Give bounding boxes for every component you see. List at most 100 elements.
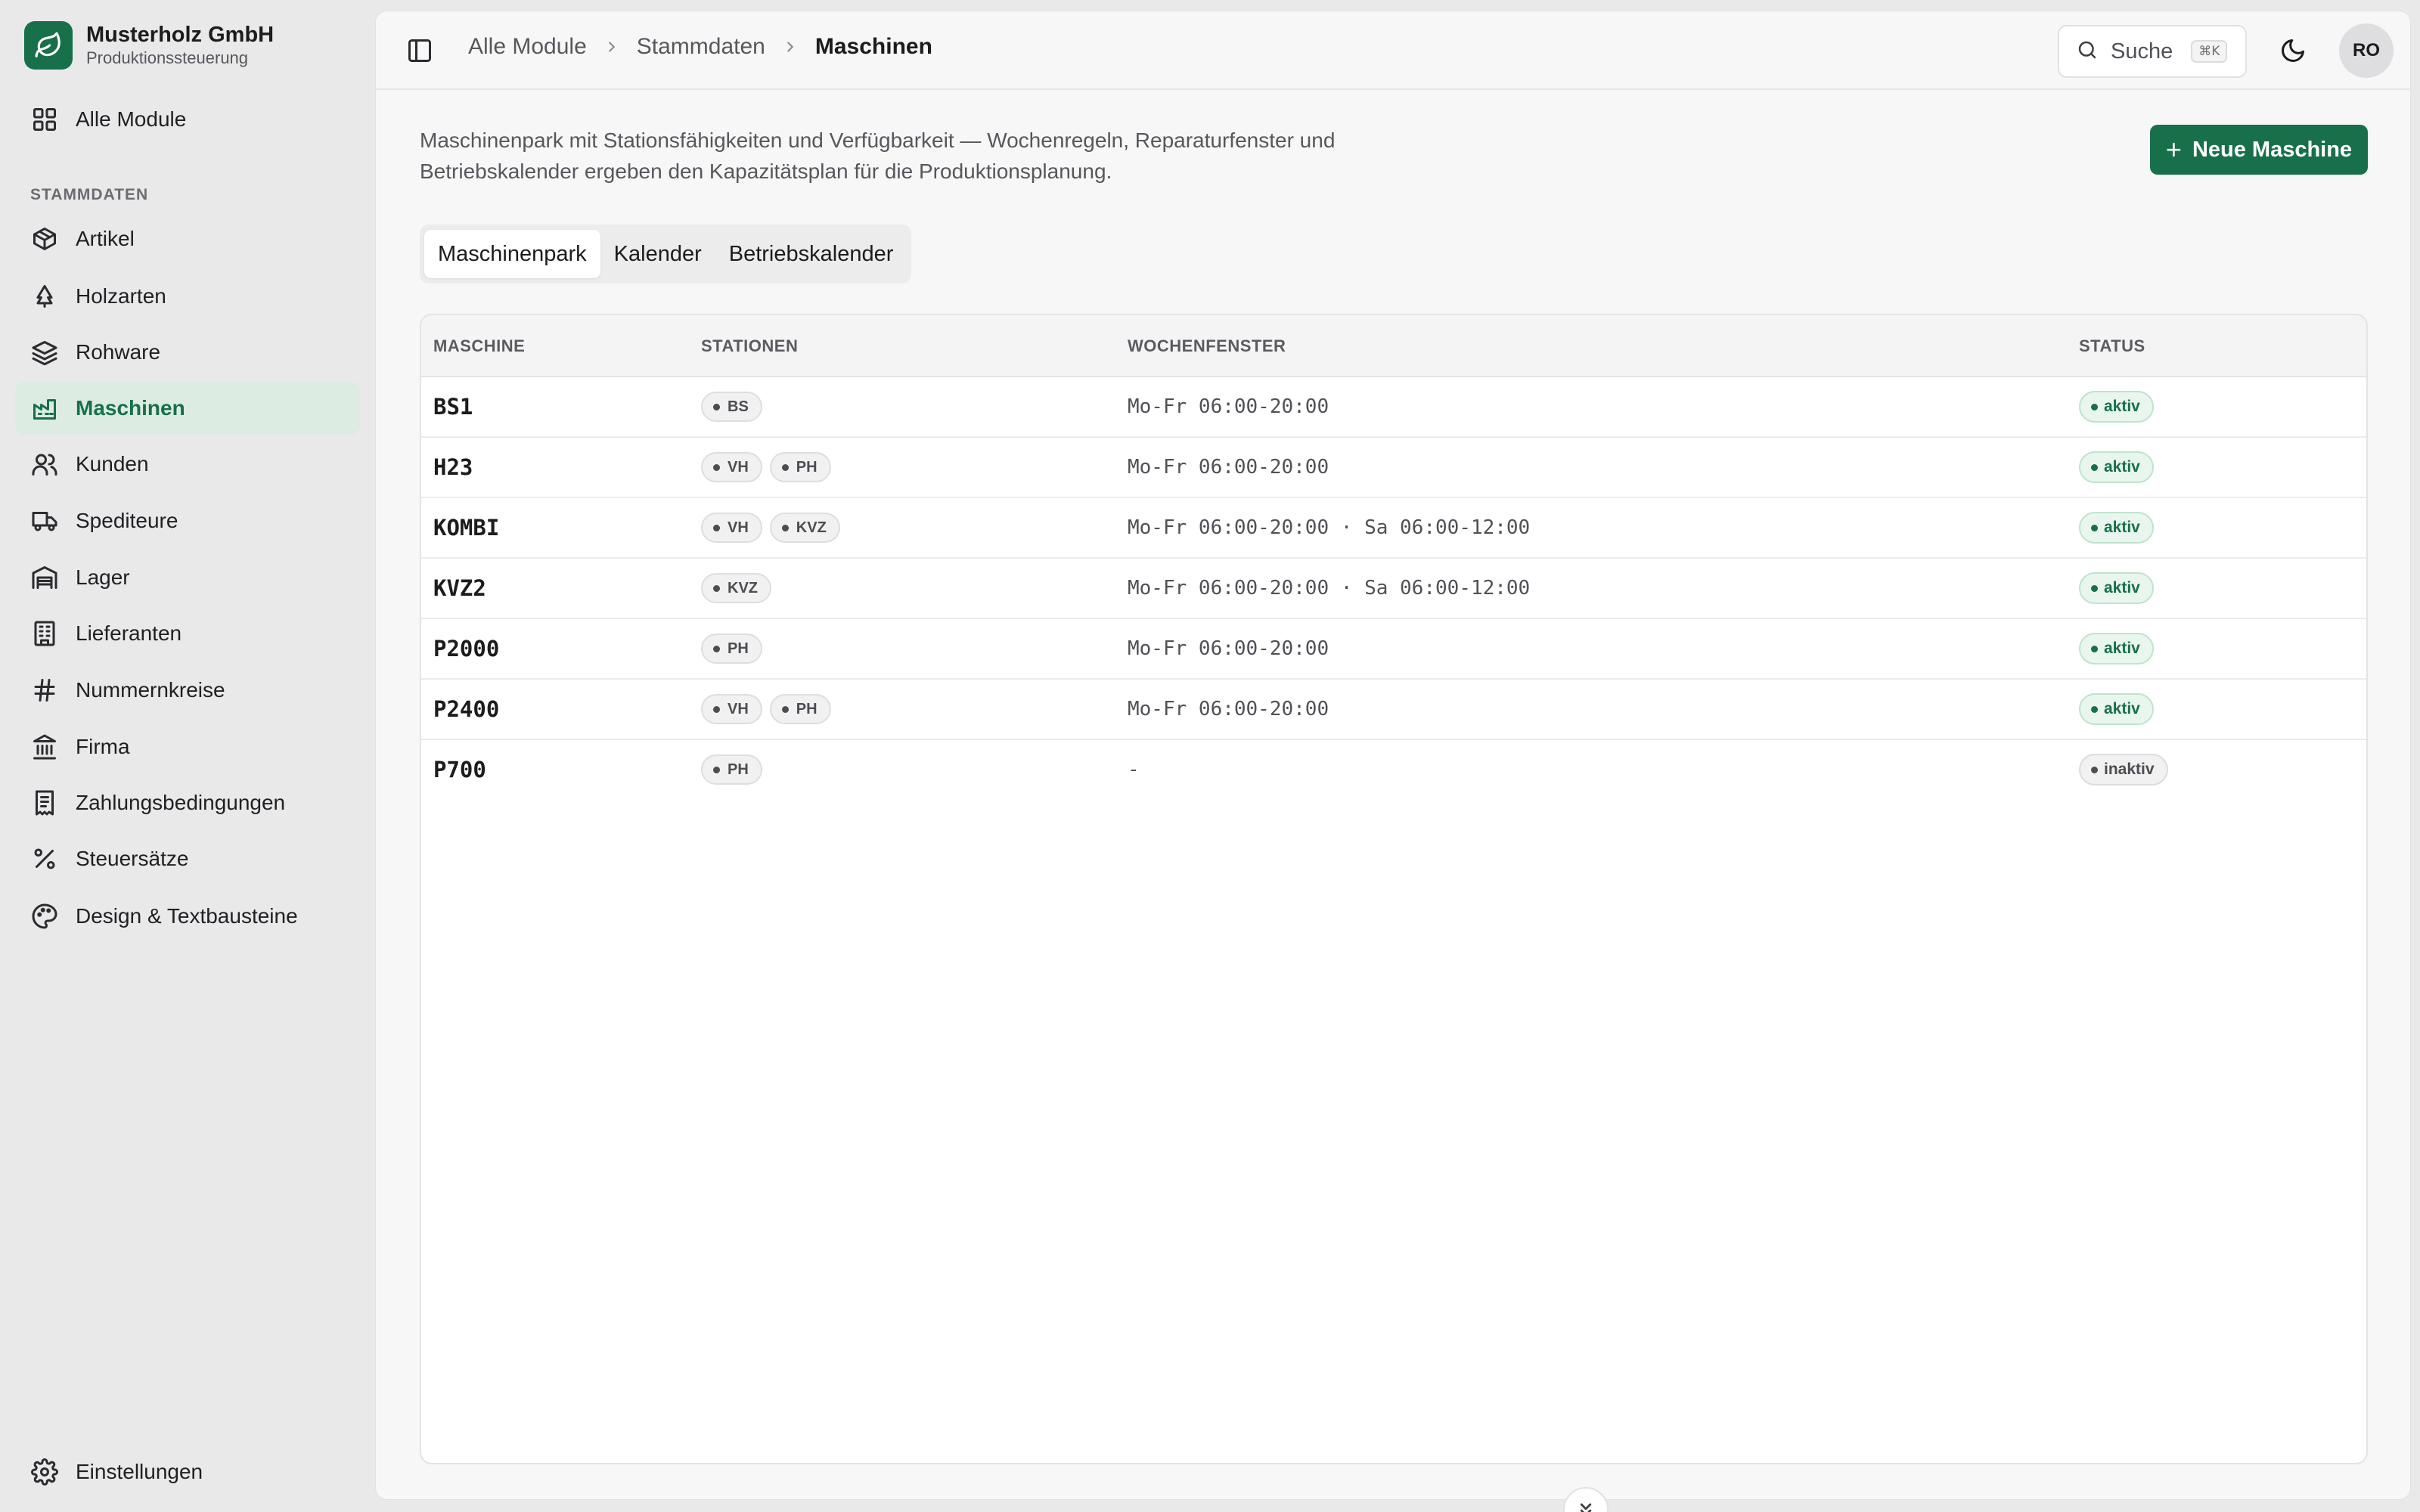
station-chips: PH [701, 619, 770, 678]
station-chips: VH PH [701, 680, 839, 739]
sidebar-item-einstellungen[interactable]: Einstellungen [15, 1445, 360, 1498]
breadcrumb-item-stammdaten[interactable]: Stammdaten [637, 34, 765, 60]
sidebar-item-steuersaetze[interactable]: Steuersätze [15, 832, 360, 885]
scroll-down-button[interactable] [1563, 1487, 1609, 1512]
table-row[interactable]: P700 PH - inaktiv [421, 740, 2366, 801]
sidebar-item-label: Alle Module [76, 107, 187, 131]
station-chip-label: VH [728, 458, 749, 476]
station-chips: BS [701, 377, 770, 436]
leaf-icon [24, 21, 73, 70]
chevron-right-icon [603, 39, 620, 55]
brand[interactable]: Musterholz GmbH Produktionssteuerung [24, 21, 274, 70]
sidebar-item-holzarten[interactable]: Holzarten [15, 270, 360, 323]
status-label: aktiv [2104, 640, 2140, 657]
station-chip-label: KVZ [728, 579, 758, 596]
sidebar-item-zahlungsbedingungen[interactable]: Zahlungsbedingungen [15, 776, 360, 829]
status-badge: aktiv [2079, 512, 2154, 544]
station-chip-label: PH [728, 761, 749, 778]
dot-icon [713, 766, 720, 773]
breadcrumb-item-alle-module[interactable]: Alle Module [468, 34, 587, 60]
table-row[interactable]: P2000 PH Mo-Fr 06:00-20:00 aktiv [421, 619, 2366, 680]
tab-list: Maschinenpark Kalender Betriebskalender [420, 225, 912, 284]
sidebar-item-label: Kunden [76, 452, 149, 476]
search-icon [2076, 39, 2099, 65]
sidebar-item-artikel[interactable]: Artikel [15, 212, 360, 265]
sidebar-item-label: Artikel [76, 227, 135, 250]
tab-betriebskalender[interactable]: Betriebskalender [715, 230, 908, 278]
sidebar-item-nummernkreise[interactable]: Nummernkreise [15, 664, 360, 717]
brand-subtitle: Produktionssteuerung [86, 48, 249, 67]
sidebar-item-label: Nummernkreise [76, 678, 225, 702]
sidebar-item-label: Maschinen [76, 396, 185, 420]
sidebar-item-label: Firma [76, 735, 130, 758]
status-cell: aktiv [2079, 498, 2154, 557]
status-cell: aktiv [2079, 559, 2154, 618]
search-input[interactable]: Suche ⌘K [2058, 25, 2247, 78]
status-label: aktiv [2104, 700, 2140, 717]
week-window: Mo-Fr 06:00-20:00 · Sa 06:00-12:00 [1128, 516, 1531, 539]
plus-icon: + [2165, 134, 2182, 165]
moon-icon [2282, 39, 2304, 62]
sidebar-item-firma[interactable]: Firma [15, 720, 360, 773]
column-header-wochenfenster[interactable]: WOCHENFENSTER [1128, 336, 1286, 356]
machine-name: KVZ2 [433, 575, 486, 601]
package-icon [30, 225, 59, 253]
sidebar-section-label: STAMMDATEN [30, 186, 149, 203]
sidebar-item-label: Rohware [76, 340, 161, 364]
column-header-stationen[interactable]: STATIONEN [701, 336, 798, 356]
sidebar-item-label: Lager [76, 565, 130, 589]
week-window: Mo-Fr 06:00-20:00 [1128, 637, 1329, 660]
sidebar-item-lieferanten[interactable]: Lieferanten [15, 607, 360, 660]
station-chips: VH KVZ [701, 498, 848, 557]
week-window: Mo-Fr 06:00-20:00 [1128, 698, 1329, 720]
sidebar-toggle-button[interactable] [406, 37, 433, 64]
sidebar-item-spediteure[interactable]: Spediteure [15, 494, 360, 547]
sidebar-item-label: Lieferanten [76, 621, 182, 645]
table-row[interactable]: P2400 VH PH Mo-Fr 06:00-20:00 aktiv [421, 680, 2366, 740]
station-chips: VH PH [701, 438, 839, 497]
status-cell: inaktiv [2079, 740, 2168, 799]
factory-icon [30, 394, 59, 423]
sidebar-item-lager[interactable]: Lager [15, 551, 360, 604]
tab-kalender[interactable]: Kalender [600, 230, 715, 278]
tree-icon [30, 282, 59, 311]
dot-icon [713, 584, 720, 592]
sidebar-item-rohware[interactable]: Rohware [15, 326, 360, 379]
status-badge: aktiv [2079, 693, 2154, 725]
sidebar-item-maschinen[interactable]: Maschinen [15, 382, 360, 435]
sidebar-item-label: Einstellungen [76, 1460, 203, 1483]
main-panel: Alle Module Stammdaten Maschinen Suche ⌘… [375, 11, 2411, 1512]
warehouse-icon [30, 563, 59, 592]
status-badge: aktiv [2079, 633, 2154, 665]
dot-icon [2091, 584, 2098, 592]
column-header-status[interactable]: STATUS [2079, 336, 2145, 356]
week-window: Mo-Fr 06:00-20:00 [1128, 395, 1329, 418]
avatar[interactable]: RO [2339, 23, 2394, 78]
dot-icon [713, 463, 720, 471]
status-cell: aktiv [2079, 619, 2154, 678]
tab-maschinenpark[interactable]: Maschinenpark [424, 230, 600, 278]
gear-icon [30, 1458, 59, 1486]
dot-icon [2091, 403, 2098, 411]
chevron-right-icon [782, 39, 799, 55]
table-row[interactable]: KOMBI VH KVZ Mo-Fr 06:00-20:00 · Sa 06:00-1… [421, 498, 2366, 559]
column-header-maschine[interactable]: MASCHINE [433, 336, 525, 356]
table-row[interactable]: KVZ2 KVZ Mo-Fr 06:00-20:00 · Sa 06:00-12:0… [421, 559, 2366, 619]
sidebar-item-alle-module[interactable]: Alle Module [15, 93, 360, 146]
status-label: aktiv [2104, 519, 2140, 536]
sidebar-item-design-textbausteine[interactable]: Design & Textbausteine [15, 890, 360, 943]
new-machine-button[interactable]: + Neue Maschine [2150, 125, 2368, 175]
theme-toggle-button[interactable] [2279, 37, 2307, 66]
station-chip-label: VH [728, 519, 749, 536]
station-chip-label: PH [796, 700, 818, 717]
table-row[interactable]: H23 VH PH Mo-Fr 06:00-20:00 aktiv [421, 438, 2366, 498]
sidebar-item-label: Spediteure [76, 509, 178, 532]
table-row[interactable]: BS1 BS Mo-Fr 06:00-20:00 aktiv [421, 377, 2366, 438]
sidebar-item-kunden[interactable]: Kunden [15, 438, 360, 491]
breadcrumb: Alle Module Stammdaten Maschinen [468, 34, 932, 60]
page-description: Maschinenpark mit Stationsfähigkeiten un… [420, 129, 1336, 183]
status-label: aktiv [2104, 398, 2140, 415]
sidebar-item-label: Design & Textbausteine [76, 904, 298, 928]
sidebar: Musterholz GmbH Produktionssteuerung All… [0, 0, 375, 1512]
table-header: MASCHINE STATIONEN WOCHENFENSTER STATUS [421, 315, 2366, 377]
